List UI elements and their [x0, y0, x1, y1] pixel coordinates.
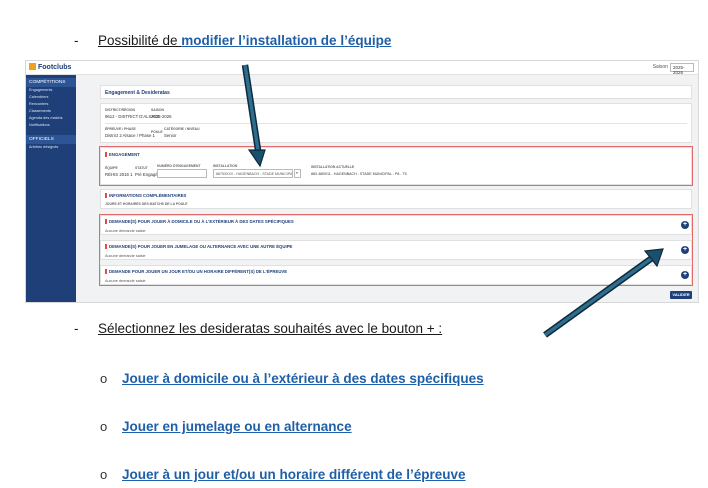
desiderata-highlight	[99, 214, 693, 286]
categorie-value: Senior	[164, 133, 177, 138]
info-divider	[105, 123, 687, 124]
bottom-bullet: - Sélectionnez les desideratas souhaités…	[74, 321, 554, 339]
sub-bullet-link-2[interactable]: Jouer en jumelage ou en alternance	[122, 419, 352, 434]
top-bullet: - Possibilité de modifier l’installation…	[74, 33, 494, 51]
sidebar-item-calendriers[interactable]: Calendriers	[26, 94, 76, 101]
info-card: DISTRICT/RÉGION 9612 - DISTRICT D'ALSACE…	[100, 103, 692, 143]
top-bullet-prefix: Possibilité de	[98, 33, 182, 48]
sub-bullet-1: o Jouer à domicile ou à l’extérieur à de…	[100, 371, 570, 389]
sub-bullet-2: o Jouer en jumelage ou en alternance	[100, 419, 570, 437]
main-content: Engagement & Desideratas DISTRICT/RÉGION…	[80, 75, 694, 302]
poule-label: POULE	[151, 130, 163, 134]
sidebar-item-rencontres[interactable]: Rencontres	[26, 101, 76, 108]
sidebar-section-competitions[interactable]: COMPÉTITIONS	[26, 78, 76, 87]
dash-marker: -	[74, 33, 79, 48]
logo-icon	[29, 63, 36, 70]
district-label: DISTRICT/RÉGION	[105, 108, 135, 112]
saison-info-label: SAISON	[151, 108, 164, 112]
modifier-installation-link[interactable]: modifier l’installation de l’équipe	[181, 33, 391, 48]
circle-bullet-icon: o	[100, 419, 108, 434]
sidebar-item-notifications[interactable]: Notifications	[26, 122, 76, 129]
saison-info-value: 2025-2026	[151, 114, 172, 119]
saison-select[interactable]: 2025-2026	[670, 63, 694, 75]
title-card: Engagement & Desideratas	[100, 85, 692, 99]
sidebar-item-agenda[interactable]: Agenda des matchs	[26, 115, 76, 122]
app-sidebar: COMPÉTITIONS Engagements Calendriers Ren…	[26, 75, 76, 302]
sub-bullet-link-1[interactable]: Jouer à domicile ou à l’extérieur à des …	[122, 371, 484, 386]
sidebar-item-classements[interactable]: Classements	[26, 108, 76, 115]
categorie-label: CATÉGORIE / NIVEAU	[164, 127, 200, 131]
footclubs-screenshot: Footclubs Saison 2025-2026 COMPÉTITIONS …	[25, 60, 699, 303]
app-topbar: Footclubs Saison 2025-2026	[26, 61, 698, 75]
epreuve-value: District 2 Alsace / Phase 1	[105, 133, 155, 138]
circle-bullet-icon: o	[100, 467, 108, 482]
infos-complementaires-card: INFORMATIONS COMPLÉMENTAIRES JOURS ET HO…	[100, 189, 692, 209]
epreuve-label: ÉPREUVE / PHASE	[105, 127, 136, 131]
infos-complementaires-title: INFORMATIONS COMPLÉMENTAIRES	[105, 193, 186, 198]
sub-bullet-link-3[interactable]: Jouer à un jour et/ou un horaire différe…	[122, 467, 466, 482]
horaires-label: JOURS ET HORAIRES DES MATCHS DE LA POULE	[105, 202, 188, 206]
sidebar-item-arbitres[interactable]: Arbitres désignés	[26, 144, 76, 151]
page-title: Engagement & Desideratas	[105, 90, 170, 96]
bottom-bullet-text: Sélectionnez les desideratas souhaités a…	[98, 321, 443, 336]
sidebar-section-officiels[interactable]: OFFICIELS	[26, 135, 76, 144]
engagement-highlight	[99, 146, 693, 186]
sub-bullet-3: o Jouer à un jour et/ou un horaire diffé…	[100, 467, 570, 485]
circle-bullet-icon: o	[100, 371, 108, 386]
valider-button[interactable]: VALIDER	[670, 291, 692, 299]
sidebar-item-engagements[interactable]: Engagements	[26, 87, 76, 94]
dash-marker: -	[74, 321, 79, 336]
footclubs-logo[interactable]: Footclubs	[29, 63, 71, 71]
saison-label: Saison	[652, 64, 668, 70]
